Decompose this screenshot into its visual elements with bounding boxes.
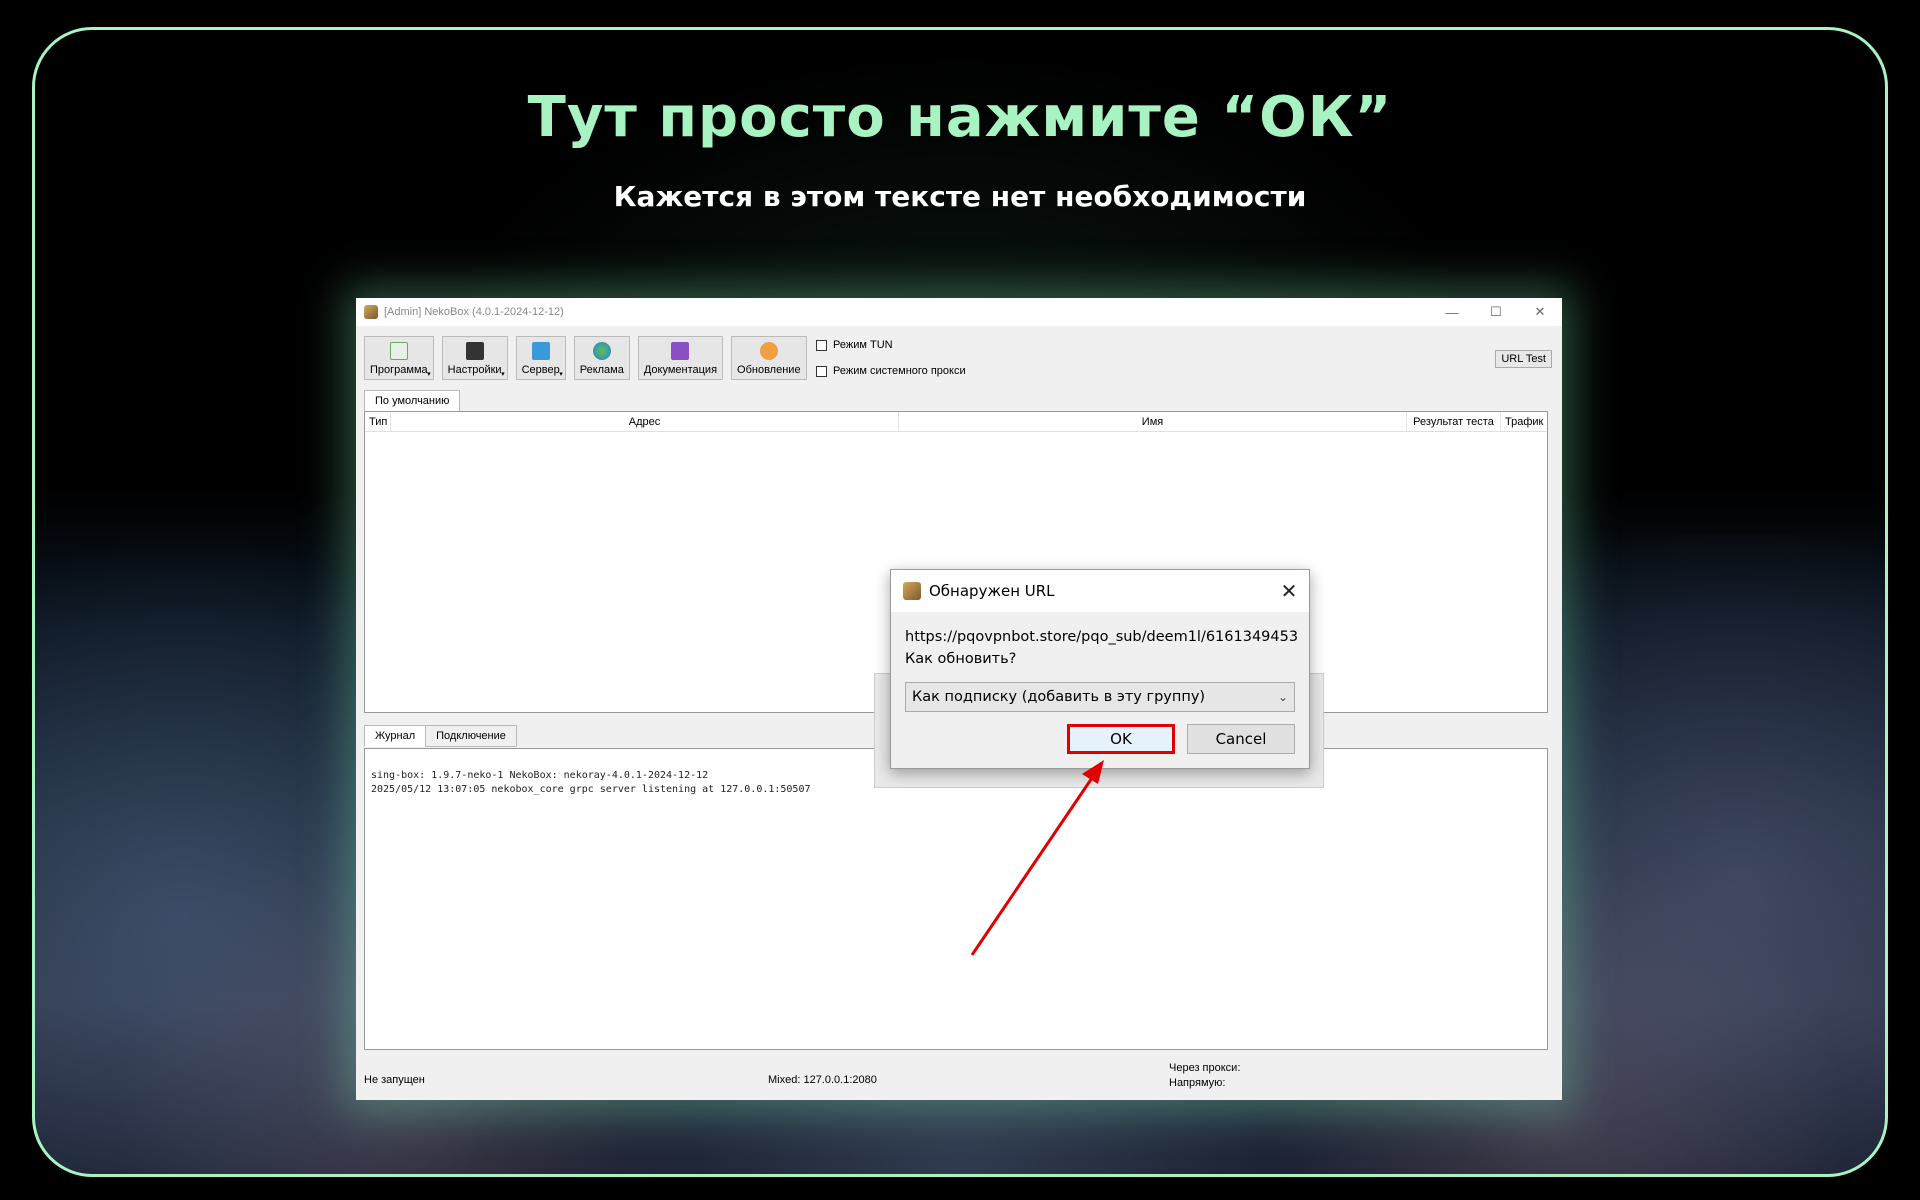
status-bar: Не запущен Mixed: 127.0.0.1:2080 Через п…	[364, 1060, 1554, 1100]
dialog-title: Обнаружен URL	[929, 582, 1055, 600]
dialog-url: https://pqovpnbot.store/pqo_sub/deem1l/6…	[905, 629, 1299, 645]
status-via-proxy: Через прокси:	[1169, 1062, 1241, 1074]
toolbar: Программа ▾ Настройки ▾ Сервер ▾ Реклама До…	[364, 336, 807, 380]
ok-button[interactable]: OK	[1067, 724, 1175, 754]
status-mixed: Mixed: 127.0.0.1:2080	[768, 1074, 877, 1086]
update-icon	[759, 342, 778, 360]
page-subheadline: Кажется в этом тексте нет необходимости	[613, 180, 1307, 213]
status-direct: Напрямую:	[1169, 1077, 1226, 1089]
column-header-traffic[interactable]: Трафик	[1501, 412, 1547, 431]
group-tab-default[interactable]: По умолчанию	[364, 390, 461, 411]
program-button[interactable]: Программа ▾	[364, 336, 434, 380]
window-title: [Admin] NekoBox (4.0.1-2024-12-12)	[384, 306, 564, 318]
help-icon	[671, 342, 690, 360]
update-button[interactable]: Обновление	[731, 336, 807, 380]
server-icon	[531, 342, 550, 360]
column-header-name[interactable]: Имя	[899, 412, 1407, 431]
chevron-down-icon: ⌄	[1277, 690, 1288, 704]
server-button[interactable]: Сервер ▾	[515, 336, 566, 380]
status-state: Не запущен	[364, 1074, 425, 1086]
close-icon[interactable]: ✕	[1518, 298, 1562, 326]
tab-log[interactable]: Журнал	[364, 725, 427, 747]
cancel-button[interactable]: Cancel	[1187, 724, 1295, 754]
dialog-titlebar: Обнаружен URL ✕	[891, 570, 1309, 612]
column-header-address[interactable]: Адрес	[391, 412, 899, 431]
log-output[interactable]: sing-box: 1.9.7-neko-1 NekoBox: nekoray-…	[364, 748, 1548, 1050]
system-proxy-checkbox[interactable]: Режим системного прокси	[816, 364, 966, 378]
nekobox-app-icon	[364, 305, 378, 319]
maximize-icon[interactable]: ☐	[1474, 298, 1518, 326]
column-header-test-result[interactable]: Результат теста	[1407, 412, 1501, 431]
tun-mode-checkbox[interactable]: Режим TUN	[816, 338, 966, 352]
ads-button[interactable]: Реклама	[573, 336, 630, 380]
url-test-button[interactable]: URL Test	[1495, 350, 1552, 368]
window-titlebar: [Admin] NekoBox (4.0.1-2024-12-12) — ☐ ✕	[356, 298, 1562, 326]
column-header-type[interactable]: Тип	[365, 412, 391, 431]
update-mode-select[interactable]: Как подписку (добавить в эту группу) ⌄	[905, 682, 1295, 712]
minimize-icon[interactable]: —	[1430, 298, 1474, 326]
globe-icon	[592, 342, 611, 360]
settings-icon	[465, 342, 484, 360]
page-headline: Тут просто нажмите “ОК”	[527, 85, 1393, 150]
tab-connections[interactable]: Подключение	[425, 725, 517, 747]
url-detected-dialog: Обнаружен URL ✕ https://pqovpnbot.store/…	[890, 569, 1310, 769]
nekobox-app-icon	[903, 582, 921, 600]
close-icon[interactable]: ✕	[1269, 579, 1309, 603]
program-icon	[389, 342, 408, 360]
settings-button[interactable]: Настройки ▾	[441, 336, 508, 380]
dialog-question: Как обновить?	[905, 651, 1017, 667]
docs-button[interactable]: Документация	[637, 336, 724, 380]
